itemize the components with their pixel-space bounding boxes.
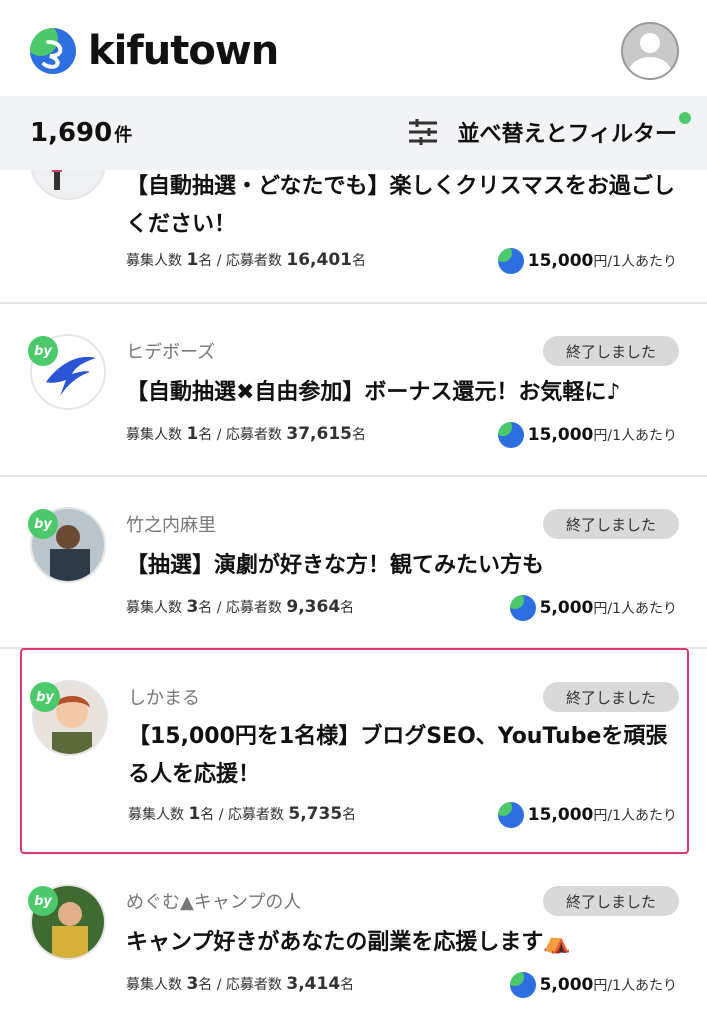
reward-amount: 15,000 円/1人あたり [497,248,677,274]
reward-amount: 15,000 円/1人あたり [497,802,677,828]
campaign-card-selected[interactable]: by しかまる 終了しました 【15,000円を1名様】ブログSEO、YouTu… [20,648,689,854]
organizer-name: ヒデボーズ [126,342,216,363]
status-badge: 終了しました [543,336,679,366]
status-badge: 終了しました [543,886,679,916]
campaign-card[interactable]: by 竹之内麻里 終了しました 【抽選】演劇が好きな方！観てみたい方も 募集人数… [0,477,707,649]
by-badge: by [30,682,60,712]
organizer-name: 竹之内麻里 [126,515,216,536]
organizer-name: しかまる [128,688,200,709]
campaign-card[interactable]: by めぐむ▲キャンプの人 終了しました キャンプ好きがあなたの副業を応援します… [0,854,707,1024]
logo-text: kifutown [88,28,279,74]
campaign-title: キャンプ好きがあなたの副業を応援します⛺ [126,930,571,955]
campaign-stats: 募集人数 3名 / 応募者数 9,364名 [126,597,355,617]
reward-amount: 15,000 円/1人あたり [497,422,677,448]
organizer-name: めぐむ▲キャンプの人 [126,892,302,913]
logo[interactable]: kifutown [30,28,279,74]
campaign-title: 【自動抽選✖自由参加】ボーナス還元！お気軽に♪ [126,380,621,405]
campaign-title: 【15,000円を1名様】ブログSEO、YouTubeを頑張る人を応援！ [128,724,668,787]
coin-icon [497,802,524,828]
by-badge: by [28,336,58,366]
campaign-stats: 募集人数 1名 / 応募者数 16,401名 [126,250,366,270]
sliders-icon [409,119,438,145]
user-avatar-button[interactable] [621,22,679,80]
coin-icon [497,248,524,274]
sort-filter-label: 並べ替えとフィルター [457,122,677,147]
campaign-card[interactable]: by ヒデボーズ 終了しました 【自動抽選✖自由参加】ボーナス還元！お気軽に♪ … [0,304,707,477]
kifutown-logo-icon [30,28,76,74]
reward-amount: 5,000 円/1人あたり [509,972,677,998]
filter-bar: 1,690 件 並べ替えとフィルター [0,96,707,170]
reward-amount: 5,000 円/1人あたり [509,595,677,621]
sort-filter-button[interactable]: 並べ替えとフィルター [407,116,677,148]
filter-active-dot [679,112,691,124]
by-badge: by [28,886,58,916]
campaign-stats: 募集人数 3名 / 応募者数 3,414名 [126,974,355,994]
coin-icon [509,595,536,621]
campaign-stats: 募集人数 1名 / 応募者数 5,735名 [128,804,357,824]
coin-icon [509,972,536,998]
by-badge: by [28,509,58,539]
campaign-title: 【抽選】演劇が好きな方！観てみたい方も [126,553,545,578]
result-count: 1,690 件 [30,118,133,148]
app-header: kifutown [0,0,707,96]
status-badge: 終了しました [543,682,679,712]
status-badge: 終了しました [543,509,679,539]
coin-icon [497,422,524,448]
campaign-title: 【自動抽選・どなたでも】楽しくクリスマスをお過ごしください！ [126,174,675,237]
campaign-stats: 募集人数 1名 / 応募者数 37,615名 [126,424,366,444]
user-icon [640,33,660,53]
